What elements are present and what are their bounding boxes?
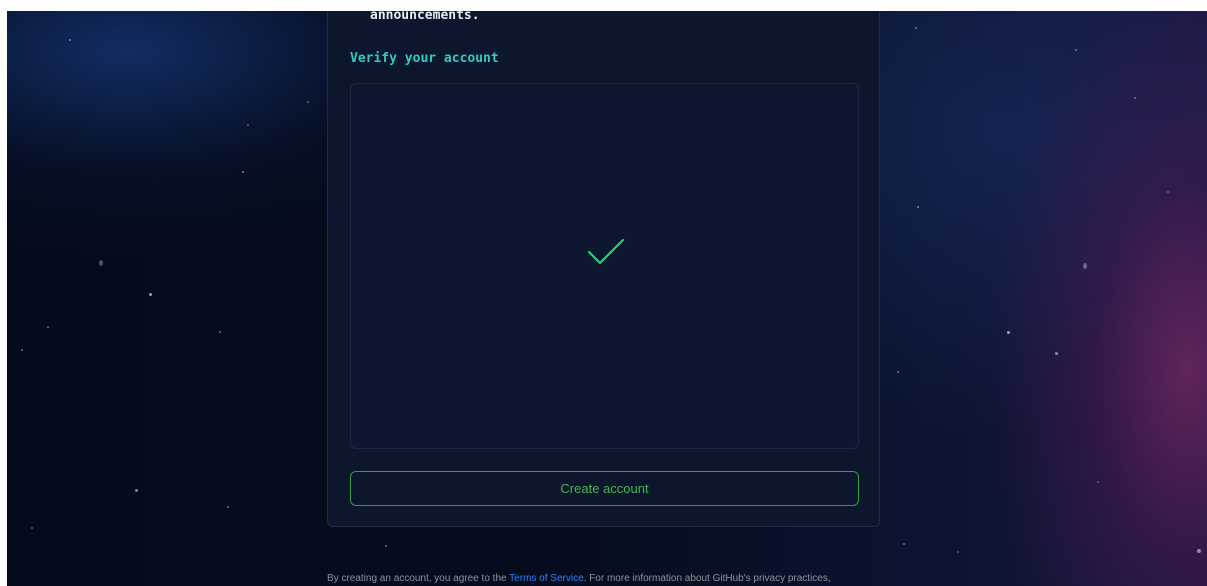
star-decoration — [99, 260, 103, 266]
star-decoration — [903, 543, 905, 545]
star-decoration — [149, 293, 152, 296]
star-decoration — [385, 545, 387, 547]
star-decoration — [69, 39, 71, 41]
star-decoration — [1055, 352, 1058, 355]
star-decoration — [917, 206, 919, 208]
star-decoration — [135, 489, 138, 492]
star-decoration — [1167, 191, 1169, 193]
star-decoration — [1134, 97, 1136, 99]
star-decoration — [1083, 263, 1087, 269]
star-decoration — [219, 331, 221, 333]
star-decoration — [897, 371, 899, 373]
signup-page-background: announcements. Verify your account Creat… — [7, 11, 1207, 586]
terms-of-service-link[interactable]: Terms of Service — [509, 573, 583, 584]
terms-footer: By creating an account, you agree to the… — [327, 573, 831, 584]
checkmark-icon — [587, 238, 625, 265]
verification-panel — [350, 83, 859, 449]
star-decoration — [242, 171, 244, 173]
star-decoration — [1007, 331, 1010, 334]
footer-suffix-text: . For more information about GitHub's pr… — [583, 573, 831, 584]
announcement-text: announcements. — [370, 11, 480, 23]
star-decoration — [227, 506, 229, 508]
star-decoration — [247, 124, 249, 126]
signup-card: announcements. Verify your account Creat… — [327, 11, 880, 527]
star-decoration — [1075, 49, 1077, 51]
star-decoration — [307, 101, 309, 103]
star-decoration — [31, 527, 33, 529]
create-account-button[interactable]: Create account — [350, 471, 859, 506]
star-decoration — [1097, 481, 1099, 483]
star-decoration — [47, 326, 49, 328]
verify-account-heading: Verify your account — [350, 51, 499, 66]
footer-prefix-text: By creating an account, you agree to the — [327, 573, 510, 584]
star-decoration — [915, 27, 917, 29]
star-decoration — [21, 349, 23, 351]
star-decoration — [1197, 549, 1201, 553]
star-decoration — [957, 551, 959, 553]
